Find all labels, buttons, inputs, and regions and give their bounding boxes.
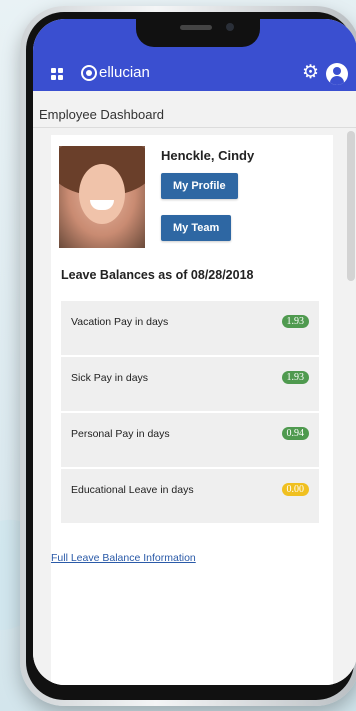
scrollbar[interactable] xyxy=(347,131,355,281)
app-grid-icon[interactable] xyxy=(51,68,63,80)
leave-label: Personal Pay in days xyxy=(71,428,170,440)
list-item: Sick Pay in days 1.93 xyxy=(61,357,319,413)
leave-label: Educational Leave in days xyxy=(71,484,194,496)
leave-value-badge: 1.93 xyxy=(281,315,309,328)
full-leave-balance-link[interactable]: Full Leave Balance Information xyxy=(51,552,196,564)
user-icon[interactable] xyxy=(326,63,348,85)
gear-icon[interactable]: ⚙ xyxy=(302,63,319,82)
list-item: Educational Leave in days 0.00 xyxy=(61,469,319,525)
speaker xyxy=(180,25,212,30)
leave-value-badge: 0.00 xyxy=(281,483,309,496)
main-content: Employee Dashboard Henckle, Cindy My Pro… xyxy=(33,91,356,685)
leave-value-badge: 0.94 xyxy=(281,427,309,440)
my-team-button[interactable]: My Team xyxy=(161,215,232,241)
leave-balances-title: Leave Balances as of 08/28/2018 xyxy=(61,268,254,282)
leave-balance-list: Vacation Pay in days 1.93 Sick Pay in da… xyxy=(61,301,319,525)
face xyxy=(79,164,125,224)
dashboard-card: Henckle, Cindy My Profile My Team Leave … xyxy=(51,135,333,685)
list-item: Personal Pay in days 0.94 xyxy=(61,413,319,469)
page-title: Employee Dashboard xyxy=(39,107,165,122)
my-profile-button[interactable]: My Profile xyxy=(161,173,238,199)
phone-notch xyxy=(136,19,260,47)
leave-value-badge: 1.93 xyxy=(281,371,309,384)
leave-label: Vacation Pay in days xyxy=(71,316,169,328)
employee-name: Henckle, Cindy xyxy=(161,148,255,163)
ellucian-logo-icon xyxy=(81,65,97,81)
profile-photo xyxy=(59,146,145,248)
phone-screen: ellucian ⚙ Employee Dashboard Henckle, C… xyxy=(33,19,356,685)
list-item: Vacation Pay in days 1.93 xyxy=(61,301,319,357)
leave-label: Sick Pay in days xyxy=(71,372,149,384)
divider xyxy=(33,127,356,128)
phone-frame: ellucian ⚙ Employee Dashboard Henckle, C… xyxy=(20,6,356,706)
camera xyxy=(226,23,234,31)
brand-name: ellucian xyxy=(99,64,150,81)
